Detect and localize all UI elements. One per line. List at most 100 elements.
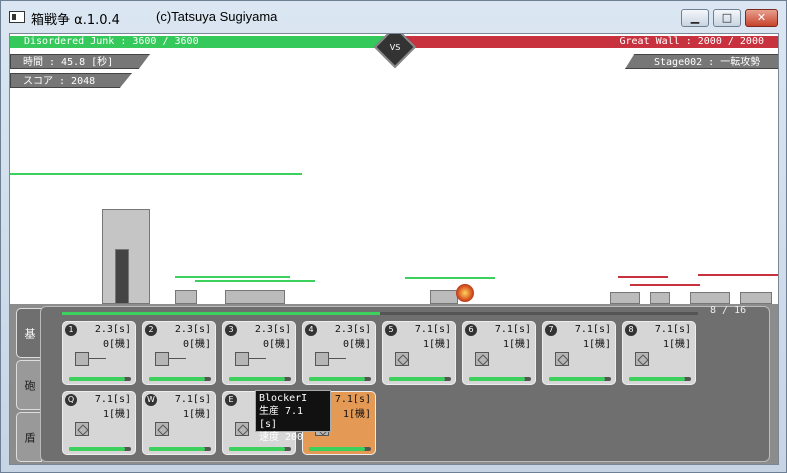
minimize-button[interactable]: ▁ <box>681 9 709 27</box>
copyright-text: (c)Tatsuya Sugiyama <box>156 9 278 24</box>
hotkey-badge: 7 <box>545 324 557 336</box>
unit-card-5[interactable]: 5 7.1[s] 1[機] <box>382 321 456 385</box>
card-progress-fill <box>229 377 285 381</box>
unit-card-w[interactable]: W 7.1[s] 1[機] <box>142 391 216 455</box>
production-time: 2.3[s] <box>254 324 291 335</box>
tooltip-speed: 速度 200 <box>259 432 304 443</box>
cannon-unit <box>175 290 197 304</box>
score-label: スコア : 2048 <box>10 73 132 88</box>
hotkey-badge: 2 <box>145 324 157 336</box>
maximize-icon: □ <box>721 11 733 24</box>
tab-cannon[interactable]: 砲 <box>16 360 42 410</box>
hotkey-badge: 3 <box>225 324 237 336</box>
game-canvas[interactable]: Disordered Junk : 3600 / 3600 Great Wall… <box>9 33 779 465</box>
card-progress-fill <box>229 447 285 451</box>
enemy-unit-hp-line <box>618 276 668 278</box>
enemy-unit <box>650 292 670 304</box>
unit-card-8[interactable]: 8 7.1[s] 1[機] <box>622 321 696 385</box>
unit-card-4[interactable]: 4 2.3[s] 0[機] <box>302 321 376 385</box>
unit-card-q[interactable]: Q 7.1[s] 1[機] <box>62 391 136 455</box>
unit-card-1[interactable]: 1 2.3[s] 0[機] <box>62 321 136 385</box>
card-progress-fill <box>629 377 685 381</box>
close-button[interactable]: ✕ <box>745 9 778 27</box>
production-time: 2.3[s] <box>94 324 131 335</box>
box-unit-icon <box>555 352 569 366</box>
card-progress-bar <box>629 377 691 381</box>
player-hp-text: Disordered Junk : 3600 / 3600 <box>24 36 199 47</box>
unit-count: 0[機] <box>102 339 131 350</box>
production-time: 7.1[s] <box>414 324 451 335</box>
hotkey-badge: 1 <box>65 324 77 336</box>
close-icon: ✕ <box>756 11 767 24</box>
production-time: 7.1[s] <box>654 324 691 335</box>
unit-count: 1[機] <box>342 409 371 420</box>
unit-count: 0[機] <box>262 339 291 350</box>
cannon-unit-icon <box>315 352 346 366</box>
box-unit <box>225 290 285 304</box>
unit-count: 1[機] <box>662 339 691 350</box>
enemy-unit-hp-line <box>698 274 778 276</box>
time-label: 時間 : 45.8 [秒] <box>10 54 150 69</box>
production-time: 7.1[s] <box>334 394 371 405</box>
card-progress-bar <box>149 447 211 451</box>
production-time: 2.3[s] <box>334 324 371 335</box>
enemy-hp-text: Great Wall : 2000 / 2000 <box>619 36 765 47</box>
card-progress-fill <box>149 447 205 451</box>
tab-basic[interactable]: 基 <box>16 308 42 358</box>
tooltip-name: BlockerI <box>259 393 308 404</box>
production-time: 7.1[s] <box>574 324 611 335</box>
hotkey-badge: 4 <box>305 324 317 336</box>
card-progress-bar <box>229 377 291 381</box>
enemy-unit <box>690 292 730 304</box>
card-progress-bar <box>309 377 371 381</box>
stage-label: Stage002 : 一転攻勢 <box>625 54 778 69</box>
maximize-button[interactable]: □ <box>713 9 741 27</box>
unit-hp-line <box>405 277 495 279</box>
unit-tooltip: BlockerI 生産 7.1 [s] 速度 200 <box>255 390 331 443</box>
enemy-unit-hp-line <box>630 284 700 286</box>
enemy-unit <box>740 292 772 304</box>
unit-hp-line <box>195 280 315 282</box>
card-progress-fill <box>389 377 445 381</box>
card-progress-bar <box>309 447 371 451</box>
command-panel: 基 砲 盾 8 / 16 1 2.3[s] 0[機] 2 2.3[s] 0[機] 3 2.3[… <box>10 304 778 464</box>
cannon-unit-icon <box>235 352 266 366</box>
unit-count: 1[機] <box>422 339 451 350</box>
unit-count: 1[機] <box>582 339 611 350</box>
card-progress-bar <box>149 377 211 381</box>
unit-card-7[interactable]: 7 7.1[s] 1[機] <box>542 321 616 385</box>
hotkey-badge: E <box>225 394 237 406</box>
card-progress-fill <box>149 377 205 381</box>
box-unit-icon <box>395 352 409 366</box>
box-unit-icon <box>635 352 649 366</box>
hotkey-badge: 8 <box>625 324 637 336</box>
production-progress-fill <box>62 312 380 315</box>
unit-count: 1[機] <box>182 409 211 420</box>
card-progress-bar <box>549 377 611 381</box>
production-count: 8 / 16 <box>710 305 747 316</box>
box-unit-icon <box>75 422 89 436</box>
app-icon <box>9 11 25 23</box>
box-unit-icon <box>475 352 489 366</box>
tooltip-production: 生産 7.1 [s] <box>259 406 304 430</box>
unit-card-2[interactable]: 2 2.3[s] 0[機] <box>142 321 216 385</box>
card-progress-bar <box>389 377 451 381</box>
box-unit <box>430 290 458 304</box>
title-bar[interactable]: 箱戦争 α.1.0.4 (c)Tatsuya Sugiyama ▁ □ ✕ <box>1 1 786 33</box>
explosion-effect <box>456 284 474 302</box>
enemy-unit <box>610 292 640 304</box>
junk-core <box>115 249 129 304</box>
unit-count: 0[機] <box>182 339 211 350</box>
card-progress-fill <box>69 447 125 451</box>
production-time: 7.1[s] <box>174 394 211 405</box>
hotkey-badge: Q <box>65 394 77 406</box>
card-progress-bar <box>69 377 131 381</box>
card-progress-fill <box>469 377 525 381</box>
game-window: 箱戦争 α.1.0.4 (c)Tatsuya Sugiyama ▁ □ ✕ Di… <box>0 0 787 473</box>
hotkey-badge: 6 <box>465 324 477 336</box>
vs-label: VS <box>389 43 401 52</box>
unit-card-3[interactable]: 3 2.3[s] 0[機] <box>222 321 296 385</box>
unit-card-6[interactable]: 6 7.1[s] 1[機] <box>462 321 536 385</box>
production-time: 7.1[s] <box>494 324 531 335</box>
unit-count: 0[機] <box>342 339 371 350</box>
